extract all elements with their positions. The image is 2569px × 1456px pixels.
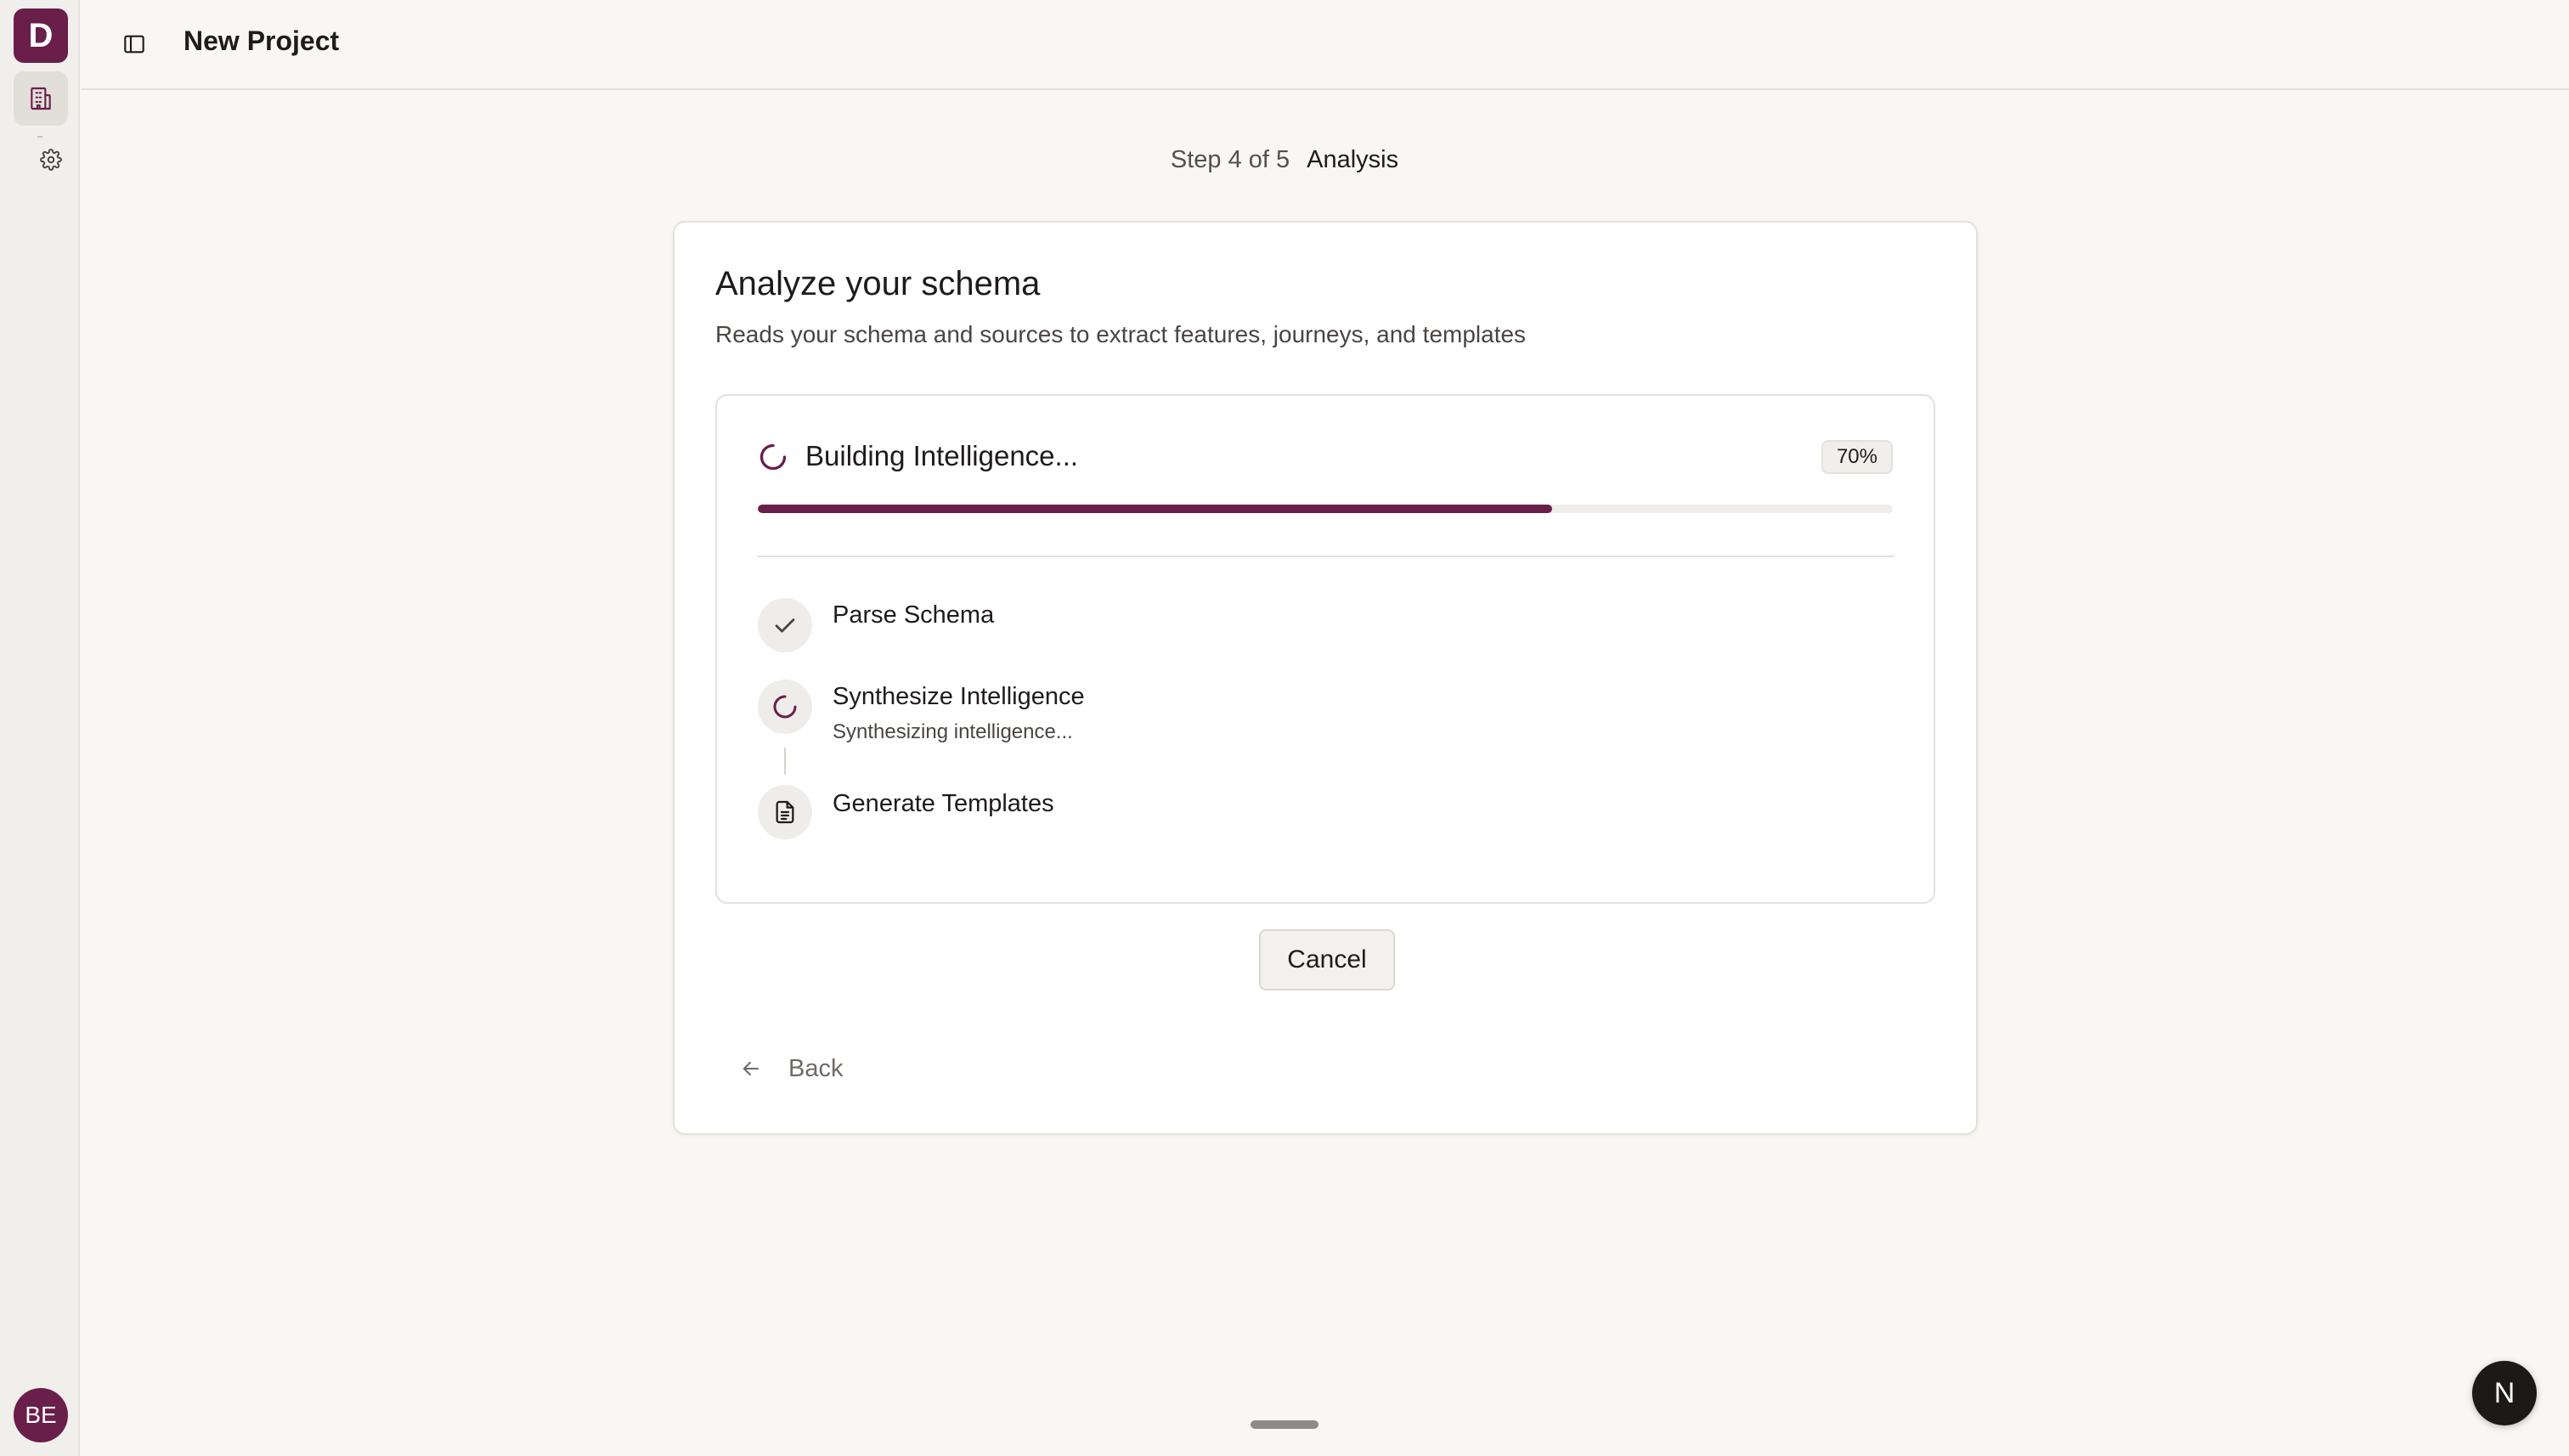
step-name: Analysis [1307, 146, 1399, 173]
progress-panel: Building Intelligence... 70% Parse Schem… [715, 394, 1935, 904]
step-connector [784, 748, 786, 775]
back-label: Back [788, 1054, 844, 1082]
check-icon [775, 618, 795, 633]
step-status-in-progress [758, 680, 812, 734]
card-subtitle: Reads your schema and sources to extract… [715, 321, 1527, 347]
spinner-icon [759, 443, 787, 471]
arrow-left-icon [742, 1061, 759, 1076]
top-bar: New Project [82, 0, 2569, 90]
building-icon [31, 87, 51, 110]
progress-status: Building Intelligence... [805, 440, 1079, 471]
step-label: Synthesize Intelligence [833, 683, 1085, 710]
step-status-done [758, 598, 812, 652]
step-label: Generate Templates [833, 790, 1054, 817]
resize-handle[interactable] [1251, 1420, 1318, 1429]
rail-item-projects[interactable] [14, 71, 68, 126]
progress-bar [758, 505, 1893, 513]
document-icon [776, 800, 794, 824]
step-description: Synthesizing intelligence... [833, 720, 1073, 743]
step-count: Step 4 of 5 [1170, 146, 1290, 173]
app-logo[interactable]: D [14, 8, 68, 63]
step-label: Parse Schema [833, 601, 995, 629]
spinner-icon [773, 695, 797, 719]
progress-bar-fill [758, 505, 1553, 513]
analysis-card: Analyze your schema Reads your schema an… [673, 221, 1978, 1135]
step-status-pending [758, 785, 812, 839]
progress-percent-badge: 70% [1821, 440, 1893, 474]
page-title: New Project [184, 25, 340, 56]
cancel-button[interactable]: Cancel [1259, 929, 1395, 990]
left-rail: D BE [0, 0, 80, 1456]
user-avatar[interactable]: BE [14, 1388, 68, 1442]
divider [758, 556, 1894, 557]
card-title: Analyze your schema [715, 265, 1041, 302]
step-indicator: Step 4 of 5 Analysis [0, 146, 2569, 174]
sidebar-panel-icon [124, 35, 144, 54]
toggle-sidebar-button[interactable] [116, 27, 153, 61]
back-button[interactable]: Back [727, 1045, 855, 1092]
rail-divider [37, 136, 42, 138]
next-devtools-button[interactable]: N [2472, 1361, 2537, 1425]
